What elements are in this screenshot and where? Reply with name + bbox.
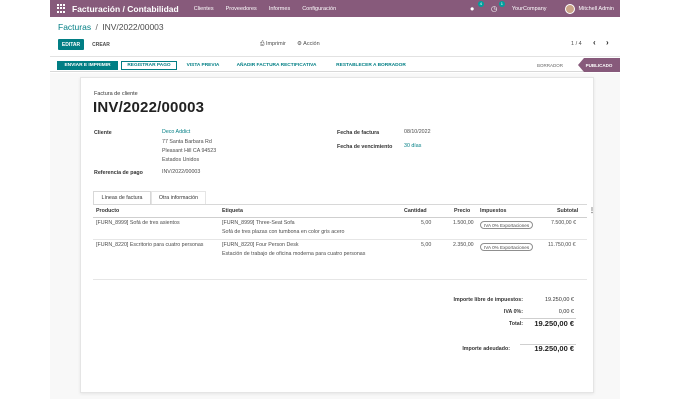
row1-quantity[interactable]: 5,00 xyxy=(421,220,431,228)
amount-due-label: Importe adeudado: xyxy=(462,346,510,352)
company-switcher[interactable]: YourCompany xyxy=(512,6,547,12)
menu-informes[interactable]: Informes xyxy=(269,6,290,12)
top-navbar: Facturación / Contabilidad Clientes Prov… xyxy=(50,0,620,17)
print-icon: ⎙ xyxy=(260,41,265,47)
column-precio[interactable]: Precio xyxy=(454,208,470,214)
gear-icon: ⚙ xyxy=(297,41,302,47)
menu-configuracion[interactable]: Configuración xyxy=(302,6,336,12)
user-avatar[interactable] xyxy=(564,3,575,14)
status-bar: ENVIAR E IMPRIMIR REGISTRAR PAGO VISTA P… xyxy=(50,58,620,72)
tax-amount-value: 0,00 € xyxy=(558,309,574,315)
address-line-1: 77 Santa Barbara Rd xyxy=(162,139,212,145)
pager-value[interactable]: 1 / 4 xyxy=(571,41,582,47)
preview-button[interactable]: VISTA PREVIA xyxy=(182,61,224,70)
total-label: Total: xyxy=(508,321,523,327)
row1-price[interactable]: 1.500,00 xyxy=(453,220,474,228)
column-impuestos[interactable]: Impuestos xyxy=(480,208,507,214)
reset-draft-button[interactable]: RESTABLECER A BORRADOR xyxy=(330,61,412,70)
optional-columns-icon[interactable]: ⋮ xyxy=(589,207,595,214)
row1-tax-tag[interactable]: IVA 0% Exportaciones xyxy=(480,221,534,229)
messaging-badge: 4 xyxy=(477,1,484,7)
column-subtotal[interactable]: Subtotal xyxy=(557,208,578,214)
payment-reference-label: Referencia de pago xyxy=(94,170,143,176)
tax-amount-label: IVA 0%: xyxy=(503,309,523,315)
row1-subtotal: 7.500,00 € xyxy=(551,220,577,226)
row2-label-description[interactable]: Estación de trabajo de oficina moderna p… xyxy=(222,251,365,259)
total-value: 19.250,00 € xyxy=(534,319,574,328)
row2-price[interactable]: 2.350,00 xyxy=(453,242,474,250)
column-etiqueta[interactable]: Etiqueta xyxy=(222,208,243,214)
row2-subtotal: 11.750,00 € xyxy=(548,242,576,248)
untaxed-amount-value: 19.250,00 € xyxy=(544,297,574,303)
user-menu[interactable]: Mitchell Admin xyxy=(579,6,614,12)
stage-draft[interactable]: BORRADOR xyxy=(537,60,571,70)
due-date-value: 30 días xyxy=(404,143,422,149)
menu-clientes[interactable]: Clientes xyxy=(194,6,214,12)
create-button[interactable]: CREAR xyxy=(88,39,114,50)
invoice-number: INV/2022/00003 xyxy=(93,99,205,116)
table-bottom-divider xyxy=(93,279,587,280)
row2-tax-tag[interactable]: IVA 0% Exportaciones xyxy=(480,243,534,251)
row-divider xyxy=(93,239,587,240)
row1-product[interactable]: [FURN_8999] Sofá de tres asientos xyxy=(96,220,180,228)
messaging-icon[interactable]: ● 4 xyxy=(470,1,484,13)
apps-menu-icon[interactable] xyxy=(57,4,66,13)
column-cantidad[interactable]: Cantidad xyxy=(404,208,427,214)
breadcrumb: Facturas / INV/2022/00003 xyxy=(58,22,164,32)
table-header-divider xyxy=(93,217,587,218)
customer-link[interactable]: Deco Addict xyxy=(162,129,190,137)
chevron-left-icon[interactable]: ‹ xyxy=(593,38,596,47)
payment-reference-value: INV/2022/00003 xyxy=(162,169,201,175)
untaxed-amount-label: Importe libre de impuestos: xyxy=(453,297,523,303)
document-type-label: Factura de cliente xyxy=(94,91,138,97)
tab-invoice-lines[interactable]: Líneas de factura xyxy=(93,191,151,205)
row2-label[interactable]: [FURN_8220] Four Person Desk xyxy=(222,242,299,250)
customer-label: Cliente xyxy=(94,130,112,136)
row2-product[interactable]: [FURN_8220] Escritorio para cuatro perso… xyxy=(96,242,203,250)
column-producto[interactable]: Producto xyxy=(96,208,119,214)
activity-clock-icon[interactable]: ◷ 1 xyxy=(491,1,505,13)
stage-posted[interactable]: PUBLICADO xyxy=(578,58,620,72)
action-dropdown[interactable]: ⚙ Acción xyxy=(297,41,320,47)
row1-label[interactable]: [FURN_8999] Three-Seat Sofa xyxy=(222,220,295,228)
breadcrumb-separator: / xyxy=(95,22,98,32)
print-dropdown[interactable]: ⎙ Imprimir xyxy=(260,41,286,48)
app-title[interactable]: Facturación / Contabilidad xyxy=(72,4,179,14)
address-line-2: Pleasant Hill CA 94523 xyxy=(162,148,217,154)
breadcrumb-current: INV/2022/00003 xyxy=(102,22,164,32)
due-date-label: Fecha de vencimiento xyxy=(337,144,393,150)
row1-label-description[interactable]: Sofá de tres plazas con tumbona en color… xyxy=(222,229,345,237)
activity-badge: 1 xyxy=(498,1,505,7)
address-line-3: Estados Unidos xyxy=(162,157,200,163)
row2-quantity[interactable]: 5,00 xyxy=(421,242,431,250)
invoice-date-value: 08/10/2022 xyxy=(404,129,431,135)
edit-button[interactable]: EDITAR xyxy=(58,39,84,50)
send-print-button[interactable]: ENVIAR E IMPRIMIR xyxy=(57,61,118,70)
menu-proveedores[interactable]: Proveedores xyxy=(226,6,257,12)
credit-note-button[interactable]: AÑADIR FACTURA RECTIFICATIVA xyxy=(229,61,324,70)
amount-due-value: 19.250,00 € xyxy=(534,344,574,353)
chevron-right-icon[interactable]: › xyxy=(606,38,609,47)
register-payment-button[interactable]: REGISTRAR PAGO xyxy=(121,61,177,70)
breadcrumb-facturas[interactable]: Facturas xyxy=(58,22,91,32)
control-panel-divider xyxy=(50,56,620,57)
invoice-date-label: Fecha de factura xyxy=(337,130,380,136)
tabs-divider xyxy=(93,204,587,205)
tab-other-info[interactable]: Otra información xyxy=(151,191,206,205)
